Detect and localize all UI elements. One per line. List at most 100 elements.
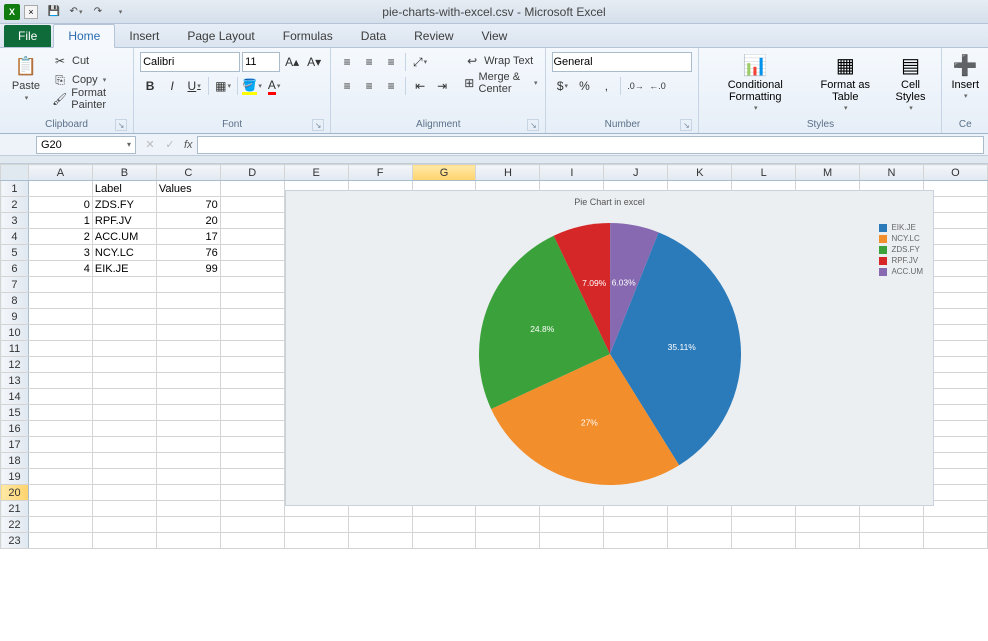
column-header-M[interactable]: M	[796, 165, 860, 181]
cell-D19[interactable]	[220, 469, 284, 485]
cell-A21[interactable]	[28, 501, 92, 517]
cell-D14[interactable]	[220, 389, 284, 405]
column-header-O[interactable]: O	[923, 165, 987, 181]
paste-button[interactable]: 📋 Paste ▾	[6, 52, 46, 104]
cell-A17[interactable]	[28, 437, 92, 453]
italic-button[interactable]: I	[162, 76, 182, 96]
orientation-button[interactable]: ⤢▾	[410, 52, 430, 72]
cell-B7[interactable]	[92, 277, 156, 293]
cell-B19[interactable]	[92, 469, 156, 485]
cell-B4[interactable]: ACC.UM	[92, 229, 156, 245]
cell-B18[interactable]	[92, 453, 156, 469]
cell-D20[interactable]	[220, 485, 284, 501]
cell-D2[interactable]	[220, 197, 284, 213]
cell-D10[interactable]	[220, 325, 284, 341]
cell-O22[interactable]	[923, 517, 987, 533]
cell-H22[interactable]	[476, 517, 540, 533]
decrease-indent-button[interactable]: ⇤	[410, 76, 430, 96]
cell-C12[interactable]	[156, 357, 220, 373]
cell-B1[interactable]: Label	[92, 181, 156, 197]
cell-A12[interactable]	[28, 357, 92, 373]
row-header-15[interactable]: 15	[1, 405, 29, 421]
cell-D11[interactable]	[220, 341, 284, 357]
row-header-13[interactable]: 13	[1, 373, 29, 389]
cell-D1[interactable]	[220, 181, 284, 197]
clipboard-launcher[interactable]: ↘	[115, 119, 127, 131]
cell-D22[interactable]	[220, 517, 284, 533]
cell-J23[interactable]	[604, 533, 668, 549]
cell-H23[interactable]	[476, 533, 540, 549]
cell-A11[interactable]	[28, 341, 92, 357]
cell-C18[interactable]	[156, 453, 220, 469]
cell-A9[interactable]	[28, 309, 92, 325]
cell-B21[interactable]	[92, 501, 156, 517]
formula-input[interactable]	[197, 136, 984, 154]
align-left-button[interactable]: ≡	[337, 76, 357, 96]
column-header-I[interactable]: I	[540, 165, 604, 181]
cell-B20[interactable]	[92, 485, 156, 501]
cell-B14[interactable]	[92, 389, 156, 405]
column-header-K[interactable]: K	[668, 165, 732, 181]
increase-indent-button[interactable]: ⇥	[432, 76, 452, 96]
column-header-F[interactable]: F	[348, 165, 412, 181]
cell-A6[interactable]: 4	[28, 261, 92, 277]
cell-A20[interactable]	[28, 485, 92, 501]
row-header-8[interactable]: 8	[1, 293, 29, 309]
save-button[interactable]: 💾	[44, 3, 64, 21]
cell-L23[interactable]	[732, 533, 796, 549]
align-center-button[interactable]: ≡	[359, 76, 379, 96]
cell-C6[interactable]: 99	[156, 261, 220, 277]
row-header-10[interactable]: 10	[1, 325, 29, 341]
cell-B8[interactable]	[92, 293, 156, 309]
percent-format-button[interactable]: %	[574, 76, 594, 96]
column-header-L[interactable]: L	[732, 165, 796, 181]
cell-D21[interactable]	[220, 501, 284, 517]
cell-C20[interactable]	[156, 485, 220, 501]
number-format-select[interactable]	[552, 52, 692, 72]
qat-customize-button[interactable]: ▾	[110, 3, 130, 21]
column-header-G[interactable]: G	[412, 165, 476, 181]
cell-C11[interactable]	[156, 341, 220, 357]
insert-cells-button[interactable]: ➕ Insert▾	[948, 52, 982, 100]
cell-D18[interactable]	[220, 453, 284, 469]
cell-B2[interactable]: ZDS.FY	[92, 197, 156, 213]
cell-C13[interactable]	[156, 373, 220, 389]
number-launcher[interactable]: ↘	[680, 119, 692, 131]
column-header-A[interactable]: A	[28, 165, 92, 181]
name-box[interactable]: G20 ▾	[36, 136, 136, 154]
cell-C5[interactable]: 76	[156, 245, 220, 261]
decrease-font-button[interactable]: A▾	[304, 52, 324, 72]
cell-A13[interactable]	[28, 373, 92, 389]
tab-view[interactable]: View	[468, 25, 522, 47]
merge-center-button[interactable]: ⊞Merge & Center▾	[462, 74, 539, 92]
cell-G23[interactable]	[412, 533, 476, 549]
cell-D17[interactable]	[220, 437, 284, 453]
cell-B12[interactable]	[92, 357, 156, 373]
cell-B9[interactable]	[92, 309, 156, 325]
embedded-chart[interactable]: Pie Chart in excel 35.11%27%24.8%7.09%6.…	[285, 190, 934, 506]
row-header-20[interactable]: 20	[1, 485, 29, 501]
cell-C1[interactable]: Values	[156, 181, 220, 197]
fx-icon[interactable]: fx	[184, 139, 193, 151]
format-painter-button[interactable]: 🖌Format Painter	[50, 90, 127, 108]
cell-B3[interactable]: RPF.JV	[92, 213, 156, 229]
cell-O23[interactable]	[923, 533, 987, 549]
tab-data[interactable]: Data	[347, 25, 400, 47]
row-header-4[interactable]: 4	[1, 229, 29, 245]
cell-D13[interactable]	[220, 373, 284, 389]
row-header-17[interactable]: 17	[1, 437, 29, 453]
cell-C23[interactable]	[156, 533, 220, 549]
cell-C17[interactable]	[156, 437, 220, 453]
row-header-21[interactable]: 21	[1, 501, 29, 517]
bold-button[interactable]: B	[140, 76, 160, 96]
row-header-14[interactable]: 14	[1, 389, 29, 405]
row-header-5[interactable]: 5	[1, 245, 29, 261]
cell-D23[interactable]	[220, 533, 284, 549]
align-middle-button[interactable]: ≡	[359, 52, 379, 72]
cell-E23[interactable]	[284, 533, 348, 549]
cell-C9[interactable]	[156, 309, 220, 325]
cell-C14[interactable]	[156, 389, 220, 405]
alignment-launcher[interactable]: ↘	[527, 119, 539, 131]
borders-button[interactable]: ▦▾	[213, 76, 233, 96]
cell-A19[interactable]	[28, 469, 92, 485]
